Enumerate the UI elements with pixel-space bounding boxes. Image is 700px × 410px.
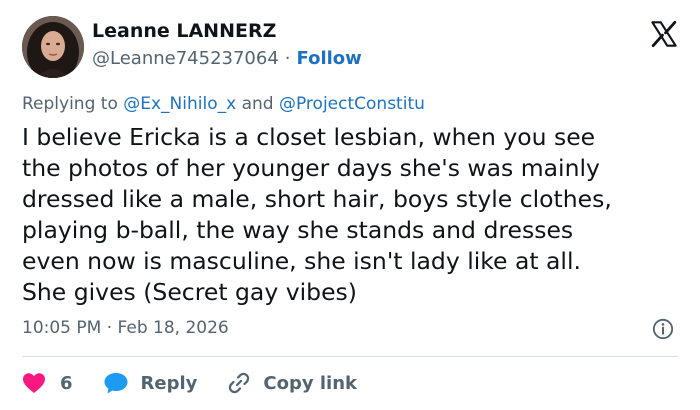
reply-conjunction: and (241, 94, 274, 114)
link-icon (229, 372, 250, 394)
action-bar: 6 Reply Copy link (22, 368, 357, 398)
heart-icon (23, 373, 45, 393)
avatar[interactable] (22, 16, 84, 78)
like-button[interactable]: 6 (22, 372, 73, 394)
tweet-body: I believe Ericka is a closet lesbian, wh… (22, 123, 612, 306)
reply-mention-projectconstitu[interactable]: @ProjectConstitu (279, 94, 425, 114)
reply-mention-ex-nihilo[interactable]: @Ex_Nihilo_x (123, 94, 236, 114)
handle-separator: · (284, 48, 291, 69)
reply-label: Reply (140, 372, 198, 394)
like-count: 6 (60, 372, 73, 394)
copy-link-label: Copy link (263, 372, 357, 394)
chat-bubble-icon (104, 373, 128, 394)
author-handle[interactable]: @Leanne745237064 (92, 48, 279, 69)
info-icon[interactable] (652, 318, 674, 340)
divider (22, 356, 678, 357)
author-display-name[interactable]: Leanne LANNERZ (92, 20, 276, 42)
reply-context: Replying to @Ex_Nihilo_x and @ProjectCon… (22, 94, 425, 114)
reply-prefix: Replying to (22, 94, 118, 114)
tweet-card: Leanne LANNERZ @Leanne745237064 · Follow R… (0, 0, 700, 410)
reply-button[interactable]: Reply (103, 371, 198, 395)
follow-button[interactable]: Follow (297, 48, 362, 69)
copy-link-button[interactable]: Copy link (227, 371, 357, 395)
x-logo-icon[interactable] (650, 20, 678, 48)
author-handle-row: @Leanne745237064 · Follow (92, 48, 362, 69)
tweet-timestamp[interactable]: 10:05 PM · Feb 18, 2026 (22, 318, 229, 338)
